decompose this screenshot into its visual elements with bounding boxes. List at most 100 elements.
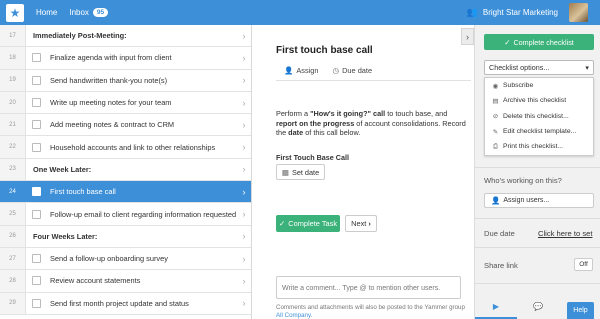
due-date-label: Due date: [342, 66, 373, 75]
assign-label: Assign: [296, 66, 319, 75]
chevron-right-icon: ›: [242, 30, 246, 41]
task-checkbox[interactable]: [32, 53, 41, 63]
chevron-right-icon: ›: [242, 52, 246, 63]
comment-placeholder: Write a comment... Type @ to mention oth…: [282, 285, 441, 292]
nav-inbox-link[interactable]: Inbox 95: [69, 8, 109, 17]
divider: [475, 218, 600, 219]
menu-item-delete-this-checklist[interactable]: ⊘ Delete this checklist...: [485, 109, 593, 124]
chevron-right-icon: ›: [242, 75, 246, 86]
menu-item-edit-checklist-template[interactable]: ✎ Edit checklist template...: [485, 124, 593, 139]
organization-name: Bright Star Marketing: [482, 8, 558, 17]
task-checkbox[interactable]: [32, 120, 41, 130]
play-tab-icon[interactable]: ▶: [481, 299, 511, 313]
task-checkbox[interactable]: [32, 142, 41, 152]
task-row[interactable]: 22 Household accounts and link to other r…: [0, 136, 251, 159]
archive-icon: ▤: [492, 97, 499, 105]
set-due-date-link[interactable]: Click here to set: [538, 229, 592, 238]
task-row[interactable]: 25 Follow-up email to client regarding in…: [0, 203, 251, 226]
rss-icon: ◉: [492, 82, 499, 90]
people-icon: 👥: [466, 7, 478, 17]
desc-bold: report on the progress: [276, 118, 355, 128]
checklist-sidebar: ✓ Complete checklist Checklist options..…: [474, 25, 600, 319]
task-number: 17: [0, 25, 26, 47]
task-row[interactable]: 24 First touch base call ›: [0, 181, 251, 204]
menu-item-subscribe[interactable]: ◉ Subscribe: [485, 78, 593, 93]
task-label: Send handwritten thank-you note(s): [50, 75, 168, 85]
task-checkbox[interactable]: [32, 254, 41, 264]
chevron-down-icon: ▾: [585, 63, 589, 72]
due-date-button[interactable]: ◷ Due date: [333, 66, 373, 75]
date-field-label: First Touch Base Call: [276, 153, 349, 162]
user-avatar[interactable]: [569, 3, 588, 22]
note-end: .: [310, 312, 313, 319]
edit-icon: ✎: [492, 128, 499, 136]
task-checkbox[interactable]: [32, 209, 41, 219]
share-link-toggle[interactable]: Off: [574, 258, 593, 271]
task-checkbox[interactable]: [32, 75, 41, 85]
assign-users-button[interactable]: 👤 Assign users...: [484, 193, 594, 208]
menu-item-archive-this-checklist[interactable]: ▤ Archive this checklist: [485, 93, 593, 108]
desc-text: of this call below.: [303, 128, 361, 138]
menu-item-label: Print this checklist...: [503, 143, 564, 151]
task-number: 18: [0, 47, 26, 69]
task-row[interactable]: 18 Finalize agenda with input from client…: [0, 47, 251, 70]
next-task-button[interactable]: Next ›: [345, 215, 377, 232]
collapse-panel-chevron-icon[interactable]: ›: [461, 28, 474, 45]
menu-item-print-this-checklist[interactable]: ⎙ Print this checklist...: [485, 139, 593, 154]
star-logo-icon[interactable]: ★: [6, 3, 24, 22]
task-number: 19: [0, 69, 26, 91]
help-button[interactable]: Help: [567, 302, 594, 319]
assign-task-button[interactable]: 👤 Assign: [284, 66, 319, 75]
task-row[interactable]: 29 Send first month project update and st…: [0, 292, 251, 315]
task-row[interactable]: 21 Add meeting notes & contract to CRM ›: [0, 114, 251, 137]
all-company-link[interactable]: All Company: [276, 312, 311, 319]
chevron-right-icon: ›: [242, 231, 246, 242]
task-number: 20: [0, 91, 26, 114]
comment-input[interactable]: Write a comment... Type @ to mention oth…: [276, 276, 461, 299]
task-number: 24: [0, 181, 26, 203]
checklist-options-menu: ◉ Subscribe ▤ Archive this checklist ⊘ Delete…: [484, 77, 594, 156]
complete-task-button[interactable]: ✓ Complete Task: [276, 215, 340, 232]
calendar-icon: ▦: [281, 167, 289, 177]
chevron-right-icon: ›: [242, 142, 246, 153]
task-number: 25: [0, 203, 26, 225]
task-checkbox[interactable]: [32, 298, 41, 308]
complete-checklist-button[interactable]: ✓ Complete checklist: [484, 34, 594, 50]
task-checkbox[interactable]: [32, 276, 41, 286]
checklist-options-select[interactable]: Checklist options... ▾: [484, 60, 594, 75]
task-label: Follow-up email to client regarding info…: [50, 209, 237, 219]
organization-switcher[interactable]: 👥 Bright Star Marketing: [467, 0, 558, 25]
nav-home-link[interactable]: Home: [36, 8, 57, 17]
set-date-label: Set date: [291, 167, 320, 177]
task-label: Add meeting notes & contract to CRM: [50, 120, 175, 130]
divider: [475, 167, 600, 168]
note-text: Comments and attachments will also be po…: [276, 304, 465, 311]
task-number: 22: [0, 136, 26, 158]
task-row[interactable]: 20 Write up meeting notes for your team ›: [0, 91, 251, 115]
chevron-right-icon: ›: [242, 298, 246, 309]
section-header-row[interactable]: 17 Immediately Post-Meeting: ›: [0, 25, 251, 48]
complete-task-label: Complete Task: [288, 219, 338, 228]
task-checkbox[interactable]: [32, 98, 41, 108]
check-icon: ✓: [504, 37, 511, 47]
task-label: Send a follow-up onboarding survey: [50, 254, 168, 264]
divider: [475, 247, 600, 248]
section-header-label: One Week Later:: [33, 164, 92, 174]
task-title: First touch base call: [276, 45, 373, 56]
task-row[interactable]: 19 Send handwritten thank-you note(s) ›: [0, 69, 251, 92]
section-header-label: Four Weeks Later:: [33, 231, 98, 241]
delete-icon: ⊘: [492, 113, 499, 121]
menu-item-label: Subscribe: [503, 82, 534, 90]
desc-text: Perform a: [276, 109, 311, 118]
comments-tab-icon[interactable]: 💬: [523, 299, 553, 313]
section-header-row[interactable]: 23 One Week Later: ›: [0, 158, 251, 182]
task-label: Send first month project update and stat…: [50, 298, 189, 308]
task-checkbox[interactable]: [32, 187, 41, 197]
task-number: 21: [0, 114, 26, 136]
checklist-options-label: Checklist options...: [489, 63, 550, 72]
task-label: Write up meeting notes for your team: [50, 98, 172, 108]
section-header-row[interactable]: 26 Four Weeks Later: ›: [0, 225, 251, 248]
task-row[interactable]: 27 Send a follow-up onboarding survey ›: [0, 247, 251, 271]
set-date-button[interactable]: ▦ Set date: [276, 164, 325, 180]
task-row[interactable]: 28 Review account statements ›: [0, 270, 251, 293]
